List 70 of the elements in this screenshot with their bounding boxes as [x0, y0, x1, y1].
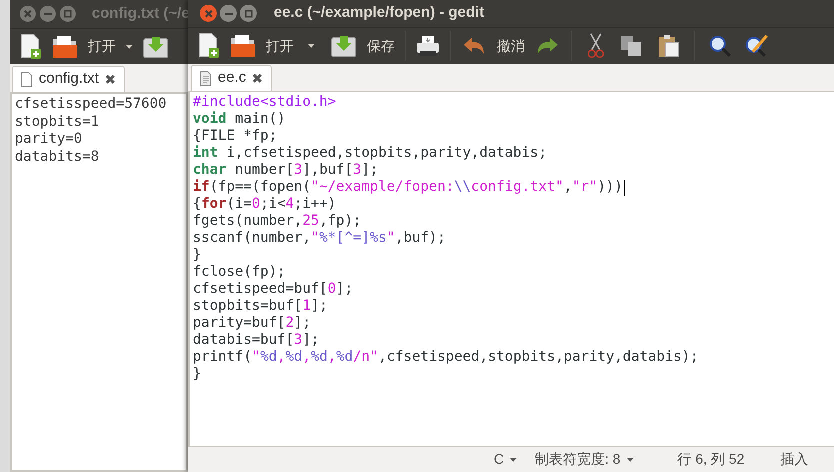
- code-line: }: [193, 366, 202, 383]
- code-line: char number[3],buf[3];: [193, 162, 378, 179]
- tab-label: ee.c: [218, 68, 246, 88]
- folder-icon[interactable]: [52, 34, 78, 58]
- window-title: ee.c (~/example/fopen) - gedit: [274, 3, 484, 24]
- caret-icon: [510, 458, 518, 462]
- undo-button[interactable]: 撤消: [497, 36, 525, 56]
- close-button[interactable]: [200, 5, 217, 22]
- code-line: stopbits=buf[1];: [193, 298, 328, 315]
- code-line: parity=buf[2];: [193, 315, 312, 332]
- open-button[interactable]: 打开: [88, 36, 116, 57]
- save-icon[interactable]: [143, 34, 169, 58]
- new-document-icon[interactable]: [20, 34, 42, 60]
- maximize-icon: [244, 10, 252, 18]
- copy-icon[interactable]: [620, 35, 642, 57]
- tab-width-selector[interactable]: 制表符宽度: 8: [535, 449, 634, 470]
- code-line: fclose(fp);: [193, 264, 286, 281]
- code-line: {FILE *fp;: [193, 128, 278, 145]
- code-line: int i,cfsetispeed,stopbits,parity,databis;: [193, 145, 548, 162]
- tab-label: config.txt: [39, 69, 100, 90]
- find-replace-icon[interactable]: [745, 34, 769, 58]
- printer-icon[interactable]: [416, 35, 440, 57]
- text-line: cfsetisspeed=57600: [15, 96, 168, 114]
- close-icon[interactable]: [105, 74, 116, 85]
- save-button[interactable]: 保存: [367, 36, 395, 56]
- insert-mode: 插入: [780, 450, 809, 469]
- code-line: #include<stdio.h>: [193, 94, 336, 111]
- close-icon: [24, 10, 32, 18]
- code-line: fgets(number,25,fp);: [193, 213, 362, 230]
- code-line: void main(): [193, 111, 286, 128]
- document-icon: [21, 72, 33, 88]
- close-button[interactable]: [20, 6, 36, 22]
- new-document-icon[interactable]: [198, 33, 220, 59]
- save-icon[interactable]: [331, 34, 357, 58]
- text-area[interactable]: cfsetisspeed=57600 stopbits=1 parity=0 databits=8: [10, 92, 188, 472]
- text-line: stopbits=1: [15, 114, 100, 131]
- cursor-position: 行 6, 列 52: [678, 450, 745, 469]
- code-line: printf("%d,%d,%d,%d/n",cfsetispeed,stopbits,parity,databis);: [193, 349, 699, 366]
- undo-icon[interactable]: [463, 37, 485, 55]
- redo-icon[interactable]: [537, 37, 559, 55]
- caret-icon[interactable]: [308, 44, 315, 48]
- close-icon: [204, 10, 212, 18]
- caret-icon: [626, 458, 634, 462]
- search-icon[interactable]: [709, 35, 731, 57]
- open-button[interactable]: 打开: [266, 36, 294, 56]
- clipboard-icon[interactable]: [658, 34, 680, 58]
- code-editor[interactable]: [188, 92, 834, 447]
- minimize-icon: [224, 12, 232, 14]
- code-line: if(fp==(fopen("~/example/fopen:\\config.txt","r"))): [193, 179, 623, 196]
- code-line: {for(i=0;i<4;i++): [193, 196, 336, 213]
- code-line: cfsetispeed=buf[0];: [193, 281, 354, 298]
- maximize-button[interactable]: [240, 5, 257, 22]
- code-line: }: [193, 247, 202, 264]
- minimize-icon: [44, 13, 52, 15]
- folder-icon[interactable]: [230, 34, 256, 58]
- maximize-icon: [64, 10, 72, 18]
- close-icon[interactable]: [252, 73, 264, 84]
- maximize-button[interactable]: [60, 6, 76, 22]
- code-line: databis=buf[3];: [193, 332, 320, 349]
- scissors-icon[interactable]: [588, 33, 604, 59]
- code-line: sscanf(number,"%*[^=]%s",buf);: [193, 230, 446, 247]
- document-tab[interactable]: ee.c: [191, 65, 272, 91]
- document-tab[interactable]: config.txt: [12, 66, 126, 92]
- caret-icon[interactable]: [126, 44, 133, 48]
- language-selector[interactable]: C: [494, 449, 518, 470]
- text-line: databits=8: [15, 148, 100, 166]
- minimize-button[interactable]: [40, 6, 56, 22]
- document-icon: [200, 70, 212, 86]
- text-line: parity=0: [15, 131, 84, 148]
- minimize-button[interactable]: [220, 5, 237, 22]
